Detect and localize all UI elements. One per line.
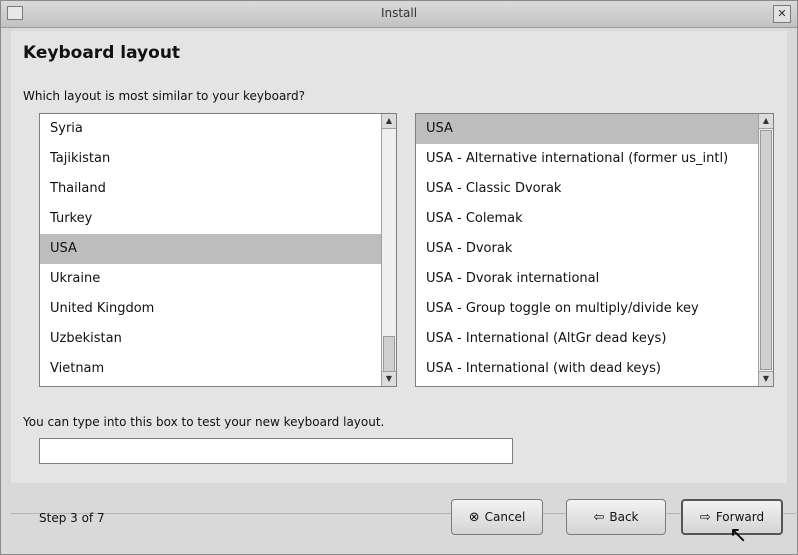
variant-list-item[interactable]: USA - Colemak — [416, 204, 773, 234]
scroll-thumb[interactable] — [760, 130, 772, 370]
back-button[interactable]: ⇦ Back — [566, 499, 666, 535]
back-button-label: Back — [609, 510, 639, 524]
cancel-button-label: Cancel — [484, 510, 526, 524]
variant-list-item[interactable]: USA - Dvorak — [416, 234, 773, 264]
country-list-item[interactable]: Thailand — [40, 174, 396, 204]
installer-window: Install ✕ Keyboard layout Which layout i… — [0, 0, 798, 555]
country-list[interactable]: Syria Tajikistan Thailand Turkey USA Ukraine U… — [39, 113, 397, 387]
back-arrow-icon: ⇦ — [593, 509, 605, 525]
scroll-up-icon[interactable]: ▲ — [382, 114, 396, 129]
content-area: Keyboard layout Which layout is most sim… — [11, 31, 798, 514]
title-bar[interactable]: Install ✕ — [1, 1, 797, 28]
variant-list-item[interactable]: USA — [416, 114, 773, 144]
country-list-item[interactable]: Uzbekistan — [40, 324, 396, 354]
country-list-item[interactable]: Vietnam — [40, 354, 396, 384]
country-items: Syria Tajikistan Thailand Turkey USA Ukraine U… — [40, 114, 396, 384]
scroll-down-icon[interactable]: ▼ — [382, 371, 396, 386]
variant-list-item[interactable]: USA - Alternative international (former … — [416, 144, 773, 174]
country-list-item[interactable]: Ukraine — [40, 264, 396, 294]
step-indicator: Step 3 of 7 — [39, 511, 105, 525]
close-icon[interactable]: ✕ — [773, 5, 791, 23]
cancel-button[interactable]: ⊗ Cancel — [451, 499, 543, 535]
country-list-item[interactable]: United Kingdom — [40, 294, 396, 324]
country-list-item[interactable]: Tajikistan — [40, 144, 396, 174]
cancel-icon: ⊗ — [468, 509, 480, 525]
variant-list-item[interactable]: USA - Dvorak international — [416, 264, 773, 294]
scroll-down-icon[interactable]: ▼ — [759, 371, 773, 386]
variant-list[interactable]: USA USA - Alternative international (form… — [415, 113, 774, 387]
variant-list-item[interactable]: USA - Group toggle on multiply/divide ke… — [416, 294, 773, 324]
variant-list-item[interactable]: USA - Classic Dvorak — [416, 174, 773, 204]
layout-question-label: Which layout is most similar to your key… — [23, 89, 306, 103]
window-title: Install — [380, 6, 418, 20]
variant-list-scrollbar[interactable]: ▲ ▼ — [758, 114, 773, 386]
variant-list-item[interactable]: USA - International (AltGr dead keys) — [416, 324, 773, 354]
scroll-up-icon[interactable]: ▲ — [759, 114, 773, 129]
forward-arrow-icon: ⇨ — [699, 509, 711, 525]
variant-items: USA USA - Alternative international (form… — [416, 114, 773, 384]
keyboard-test-input[interactable] — [39, 438, 513, 464]
country-list-item[interactable]: USA — [40, 234, 396, 264]
country-list-item[interactable]: Syria — [40, 114, 396, 144]
mouse-cursor-icon: ↖ — [729, 523, 748, 548]
country-list-item[interactable]: Turkey — [40, 204, 396, 234]
variant-list-item[interactable]: USA - International (with dead keys) — [416, 354, 773, 384]
scroll-thumb[interactable] — [383, 336, 395, 372]
footer-separator — [11, 513, 798, 514]
test-hint-label: You can type into this box to test your … — [23, 415, 385, 429]
country-list-scrollbar[interactable]: ▲ ▼ — [381, 114, 396, 386]
forward-button-label: Forward — [715, 510, 765, 524]
page-title: Keyboard layout — [23, 43, 181, 63]
